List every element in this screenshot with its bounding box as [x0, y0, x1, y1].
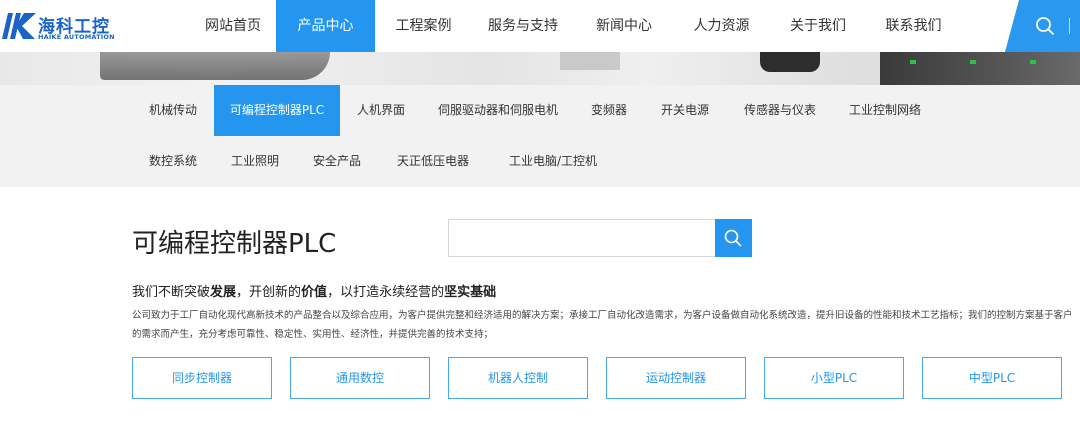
banner-plc-image — [880, 52, 1080, 85]
banner-device-image — [560, 52, 620, 70]
company-description: 公司致力于工厂自动化现代高新技术的产品整合以及综合应用，为客户提供完整和经济适用… — [132, 310, 1073, 340]
category-plc[interactable]: 可编程控制器PLC — [214, 85, 340, 136]
category-menu: 机械传动 可编程控制器PLC 人机界面 伺服驱动器和伺服电机 变频器 开关电源 … — [0, 85, 1080, 187]
subcategory-links: 同步控制器 通用数控 机器人控制 运动控制器 小型PLC 中型PLC — [132, 357, 1062, 399]
logo[interactable]: 海科工控 HAIKE AUTOMATION — [0, 10, 130, 44]
logo-subtext: HAIKE AUTOMATION — [38, 33, 115, 41]
slogan: 我们不断突破发展，开创新的价值，以打造永续经营的坚实基础 — [132, 281, 496, 300]
top-navigation-bar: 海科工控 HAIKE AUTOMATION 网站首页 产品中心 工程案例 服务与… — [0, 0, 1080, 52]
search-icon — [724, 229, 742, 247]
page-title: 可编程控制器PLC — [132, 229, 337, 259]
category-servo[interactable]: 伺服驱动器和伺服电机 — [422, 85, 574, 136]
nav-item-cases[interactable]: 工程案例 — [375, 0, 472, 52]
banner-device-image — [100, 52, 330, 80]
haike-logo-icon — [2, 13, 36, 39]
category-hmi[interactable]: 人机界面 — [340, 85, 422, 136]
banner-device-image — [760, 52, 820, 72]
category-industrial-network[interactable]: 工业控制网络 — [834, 85, 936, 136]
slogan-text: 我们不断突破 — [132, 285, 211, 300]
category-sensors[interactable]: 传感器与仪表 — [726, 85, 834, 136]
header-divider — [1069, 18, 1070, 34]
nav-item-service[interactable]: 服务与支持 — [472, 0, 574, 52]
category-low-voltage[interactable]: 天正低压电器 — [378, 136, 488, 187]
slogan-emphasis: 发展 — [210, 285, 237, 300]
nav-item-home[interactable]: 网站首页 — [190, 0, 276, 52]
search-button[interactable] — [715, 219, 752, 257]
slogan-emphasis: 坚实基础 — [444, 285, 497, 300]
category-row: 机械传动 可编程控制器PLC 人机界面 伺服驱动器和伺服电机 变频器 开关电源 … — [132, 85, 936, 136]
subcategory-motion-controller[interactable]: 运动控制器 — [606, 357, 746, 399]
subcategory-robot-control[interactable]: 机器人控制 — [448, 357, 588, 399]
nav-item-products[interactable]: 产品中心 — [276, 0, 375, 52]
search-icon — [1036, 17, 1054, 35]
subcategory-sync-controller[interactable]: 同步控制器 — [132, 357, 272, 399]
header-search-button[interactable] — [1005, 0, 1080, 52]
slogan-text: ，开创新的 — [236, 285, 302, 300]
category-safety[interactable]: 安全产品 — [296, 136, 378, 187]
plc-led — [1030, 60, 1036, 64]
subcategory-medium-plc[interactable]: 中型PLC — [922, 357, 1062, 399]
nav-item-hr[interactable]: 人力资源 — [674, 0, 769, 52]
subcategory-general-cnc[interactable]: 通用数控 — [290, 357, 430, 399]
category-power-supply[interactable]: 开关电源 — [644, 85, 726, 136]
plc-led — [910, 60, 916, 64]
main-nav: 网站首页 产品中心 工程案例 服务与支持 新闻中心 人力资源 关于我们 联系我们 — [190, 0, 960, 52]
banner-image — [0, 52, 1080, 85]
subcategory-small-plc[interactable]: 小型PLC — [764, 357, 904, 399]
plc-led — [970, 60, 976, 64]
nav-item-news[interactable]: 新闻中心 — [574, 0, 674, 52]
product-search — [448, 219, 752, 257]
category-row: 数控系统 工业照明 安全产品 天正低压电器 工业电脑/工控机 — [132, 136, 618, 187]
nav-item-about[interactable]: 关于我们 — [769, 0, 867, 52]
category-industrial-pc[interactable]: 工业电脑/工控机 — [488, 136, 618, 187]
category-cnc[interactable]: 数控系统 — [132, 136, 214, 187]
search-input[interactable] — [449, 220, 715, 256]
category-inverter[interactable]: 变频器 — [574, 85, 644, 136]
category-mechanical-transmission[interactable]: 机械传动 — [132, 85, 214, 136]
slogan-text: ，以打造永续经营的 — [327, 285, 445, 300]
slogan-emphasis: 价值 — [301, 285, 328, 300]
nav-item-contact[interactable]: 联系我们 — [867, 0, 960, 52]
category-lighting[interactable]: 工业照明 — [214, 136, 296, 187]
